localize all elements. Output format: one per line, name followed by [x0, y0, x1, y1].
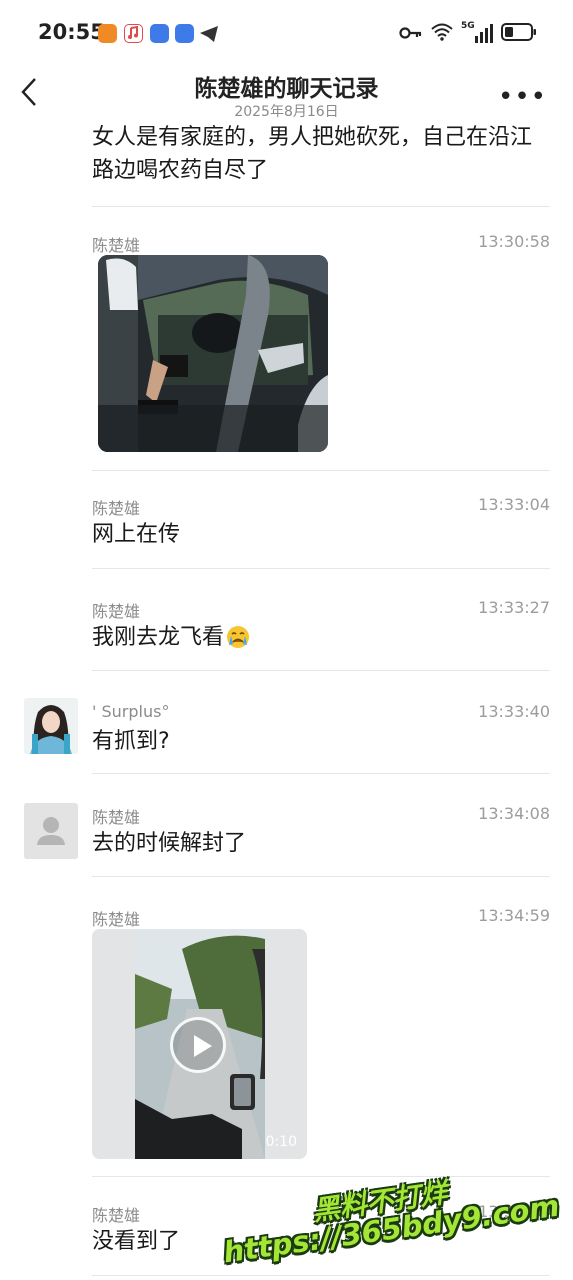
message-text: 网上在传 — [92, 522, 181, 547]
avatar-image — [24, 698, 78, 754]
status-time: 20:55 — [38, 20, 105, 44]
page-title: 陈楚雄的聊天记录 — [194, 76, 379, 102]
notes-app-icon — [150, 24, 169, 43]
message-time: 13:30:58 — [478, 232, 550, 251]
message-time: 13:33:04 — [478, 495, 550, 514]
divider — [92, 568, 550, 569]
divider — [92, 670, 550, 671]
cloud-app-icon — [175, 24, 194, 43]
key-icon — [399, 25, 423, 44]
status-bar: 20:55 5G — [0, 0, 573, 66]
crying-emoji-icon — [226, 625, 250, 659]
divider — [92, 1176, 550, 1177]
message-time: 13:34:59 — [478, 906, 550, 925]
divider — [92, 206, 550, 207]
message-sender: 陈楚雄 — [92, 602, 141, 621]
divider — [92, 773, 550, 774]
message-sender: ' Surplus° — [92, 702, 170, 721]
cellular-signal-icon: 5G — [461, 21, 493, 45]
message-text: 没看到了 — [92, 1229, 181, 1254]
page-date: 2025年8月16日 — [234, 104, 339, 120]
message-sender: 陈楚雄 — [92, 910, 141, 929]
car-photo-image — [98, 255, 328, 452]
avatar-default[interactable] — [24, 803, 78, 859]
message-text-content: 我刚去龙飞看 — [92, 625, 225, 650]
message-video[interactable]: 0:10 — [92, 929, 307, 1159]
message-sender: 陈楚雄 — [92, 1206, 141, 1225]
divider — [92, 1275, 550, 1276]
taobao-app-icon — [98, 24, 117, 43]
telegram-icon — [199, 25, 219, 47]
default-user-icon — [24, 803, 78, 859]
message-time: 13:33:27 — [478, 598, 550, 617]
message-text: 我刚去龙飞看 — [92, 621, 250, 659]
divider — [92, 876, 550, 877]
message-text: 女人是有家庭的，男人把她砍死，自己在沿江路边喝农药自尽了 — [92, 125, 533, 183]
wifi-icon — [431, 23, 453, 45]
chat-header: 陈楚雄的聊天记录 2025年8月16日 ••• — [0, 66, 573, 126]
message-text: 去的时候解封了 — [92, 831, 247, 856]
play-button[interactable] — [170, 1017, 226, 1073]
message-time: 13:34:08 — [478, 804, 550, 823]
message-sender: 陈楚雄 — [92, 808, 141, 827]
avatar-surplus[interactable] — [24, 698, 78, 754]
more-icon: ••• — [497, 82, 547, 112]
message-text: 有抓到? — [92, 729, 170, 754]
divider — [92, 470, 550, 471]
video-duration: 0:10 — [265, 1134, 297, 1150]
more-options-button[interactable]: ••• — [498, 82, 547, 112]
music-app-icon — [124, 24, 143, 43]
message-time: 13:33:40 — [478, 702, 550, 721]
message-sender: 陈楚雄 — [92, 236, 141, 255]
battery-icon — [501, 23, 537, 45]
message-sender: 陈楚雄 — [92, 499, 141, 518]
message-photo[interactable] — [98, 255, 328, 452]
